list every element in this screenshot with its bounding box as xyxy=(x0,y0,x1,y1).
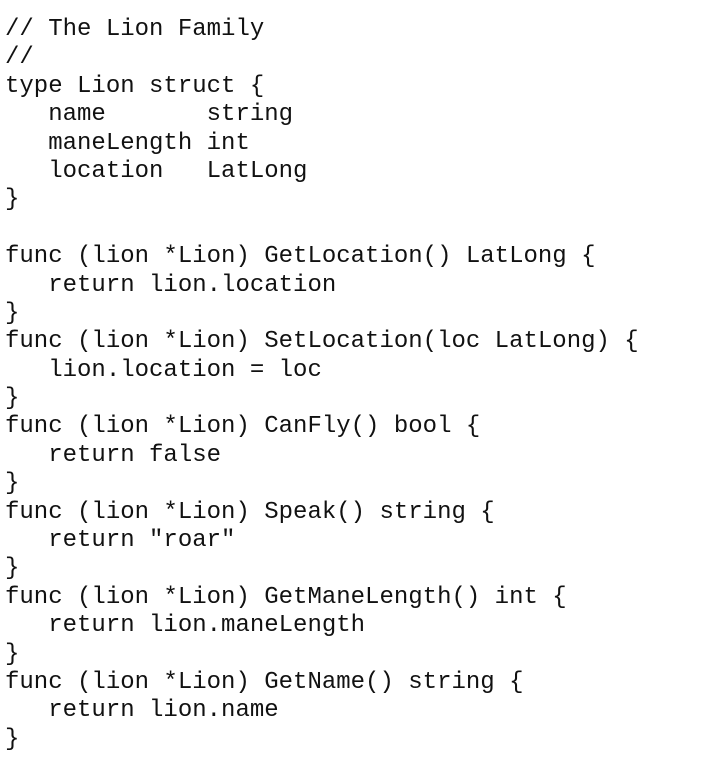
code-line: } xyxy=(5,470,20,498)
code-line: return lion.location xyxy=(5,271,337,299)
code-line: lion.location = loc xyxy=(5,356,322,384)
code-line: } xyxy=(5,640,20,668)
code-line: location LatLong xyxy=(5,157,308,185)
code-line: } xyxy=(5,299,20,327)
code-line: func (lion *Lion) SetLocation(loc LatLon… xyxy=(5,328,639,356)
code-line: } xyxy=(5,725,20,753)
code-line: return false xyxy=(5,441,222,469)
code-line: // xyxy=(5,44,34,72)
code-line: } xyxy=(5,186,20,214)
code-line: maneLength int xyxy=(5,129,250,157)
code-line: } xyxy=(5,385,20,413)
code-line: func (lion *Lion) GetName() string { xyxy=(5,668,524,696)
code-line: func (lion *Lion) CanFly() bool { xyxy=(5,413,481,441)
code-line: name string xyxy=(5,101,294,129)
code-line: return "roar" xyxy=(5,527,236,555)
code-line: func (lion *Lion) GetManeLength() int { xyxy=(5,583,567,611)
code-line: return lion.maneLength xyxy=(5,612,366,640)
code-line: func (lion *Lion) Speak() string { xyxy=(5,498,495,526)
code-line: // The Lion Family xyxy=(5,16,265,43)
code-line: type Lion struct { xyxy=(5,72,265,100)
code-line: } xyxy=(5,555,20,583)
code-line: func (lion *Lion) GetLocation() LatLong … xyxy=(5,243,596,271)
code-listing: // The Lion Family//type Lion struct { n… xyxy=(5,16,639,754)
code-line: return lion.name xyxy=(5,697,279,725)
